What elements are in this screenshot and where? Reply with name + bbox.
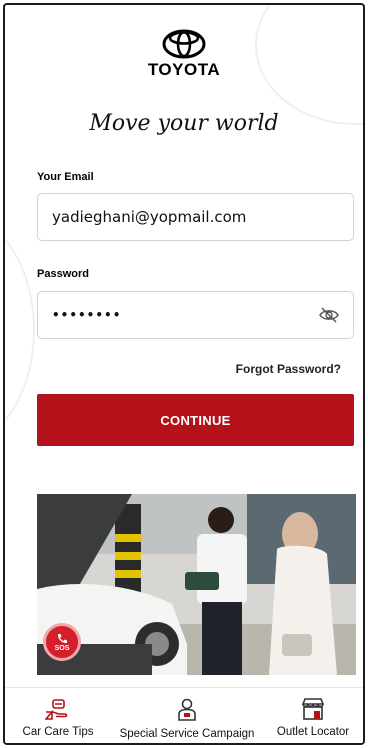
nav-special-service-campaign[interactable]: Special Service Campaign: [111, 688, 263, 743]
nav-car-care-tips[interactable]: Car Care Tips: [5, 688, 111, 743]
nav-label: Outlet Locator: [276, 726, 350, 738]
sos-label: SOS: [54, 644, 70, 652]
bottom-navigation: Car Care Tips Special Service Campaign O…: [5, 687, 363, 743]
nav-label: Car Care Tips: [22, 726, 94, 738]
tagline: Move your world: [89, 111, 279, 136]
app-screen: TOYOTA Move your world Your Email yadieg…: [3, 3, 365, 745]
sos-button[interactable]: SOS: [43, 623, 81, 661]
brand-name: TOYOTA: [147, 60, 221, 79]
car-care-hand-icon: [45, 699, 68, 720]
email-value: yadieghani@yopmail.com: [52, 208, 247, 226]
email-label: Your Email: [37, 171, 94, 183]
bg-decoration: [5, 215, 35, 445]
mechanic-icon: [178, 698, 196, 721]
service-scene-illustration: [37, 494, 356, 675]
promo-image: [37, 494, 356, 675]
nav-label: Special Service Campaign: [119, 728, 255, 740]
phone-icon: [57, 633, 67, 643]
password-field[interactable]: ••••••••: [37, 291, 354, 339]
email-field[interactable]: yadieghani@yopmail.com: [37, 193, 354, 241]
password-label: Password: [37, 268, 89, 280]
toyota-emblem-icon: [162, 29, 206, 59]
nav-outlet-locator[interactable]: Outlet Locator: [263, 688, 363, 743]
toyota-logo: TOYOTA: [5, 29, 363, 80]
password-value: ••••••••: [52, 308, 122, 322]
continue-button[interactable]: CONTINUE: [37, 394, 354, 446]
store-icon: [301, 698, 325, 720]
forgot-password-link[interactable]: Forgot Password?: [236, 362, 341, 376]
eye-off-icon[interactable]: [319, 306, 339, 324]
